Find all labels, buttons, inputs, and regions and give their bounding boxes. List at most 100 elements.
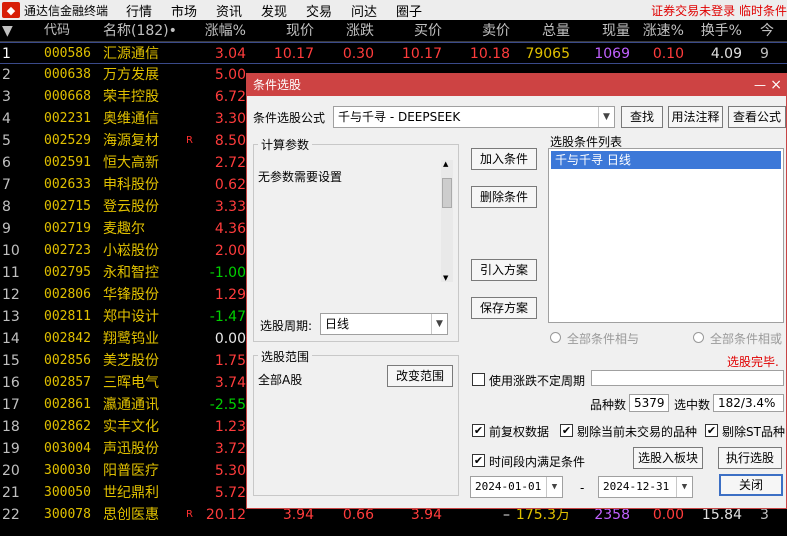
exclude-notrade-checkbox[interactable]: ✔ [560,424,573,437]
condition-list[interactable]: 千与千寻 日线 [548,148,784,323]
chevron-down-icon[interactable]: ▼ [431,314,447,334]
header-code[interactable]: 代码 [44,20,100,42]
formula-value: 千与千寻 - DEEPSEEK [338,110,461,124]
app-title: 通达信金融终端 [24,3,109,18]
header-price[interactable]: 现价 [248,20,314,42]
change-range-button[interactable]: 改变范围 [387,365,453,387]
date-from-field[interactable]: 2024-01-01 ▼ [470,476,563,498]
row-index: 4 [2,111,11,127]
header-bid[interactable]: 买价 [376,20,442,42]
table-header: ▼ 代码 名称(182)• 涨幅% 现价 涨跌 买价 卖价 总量 现量 涨速% … [0,20,787,42]
stock-name: 奥维通信 [103,111,159,127]
row-index: 14 [2,331,20,347]
stock-name: 汇源通信 [103,46,159,62]
scroll-up-icon[interactable]: ▲ [443,160,448,168]
row-index: 3 [2,89,11,105]
turnover: 4.09 [710,46,742,62]
menu-item-discover[interactable]: 发现 [255,1,300,20]
header-turnover[interactable]: 换手% [690,20,742,42]
change-pct: 4.36 [214,221,246,237]
indef-period-field[interactable] [591,370,784,386]
header-volume[interactable]: 总量 [512,20,570,42]
stock-code: 300050 [44,485,91,500]
chevron-down-icon[interactable]: ▼ [598,107,614,127]
minimize-icon[interactable]: — [754,74,766,96]
exclude-st-checkbox[interactable]: ✔ [705,424,718,437]
stock-code: 002811 [44,309,91,324]
menu-item-market[interactable]: 市场 [165,1,210,20]
date-to-value: 2024-12-31 [603,480,670,493]
range-label: 选股范围 [258,348,313,365]
close-icon[interactable]: × [770,74,782,96]
row-index: 1 [2,46,11,62]
stock-name: 郑中设计 [103,309,159,325]
calc-params-label: 计算参数 [258,136,313,153]
stock-name: 三晖电气 [103,375,159,391]
status-text: 选股完毕. [727,355,779,369]
scroll-thumb[interactable] [442,178,452,208]
radio-or-label: 全部条件相或 [710,332,783,346]
header-name[interactable]: 名称(182)• [103,20,183,42]
date-to-field[interactable]: 2024-12-31 ▼ [598,476,693,498]
stock-code: 002857 [44,375,91,390]
view-formula-button[interactable]: 查看公式 [728,106,786,128]
login-status[interactable]: 证券交易未登录 临时条件 [651,2,787,19]
save-plan-button[interactable]: 保存方案 [471,297,537,319]
period-select[interactable]: 日线 ▼ [320,313,448,335]
params-scrollbar[interactable]: ▲ ▼ [441,160,453,282]
delete-condition-button[interactable]: 删除条件 [471,186,537,208]
add-condition-button[interactable]: 加入条件 [471,148,537,170]
row-index: 7 [2,177,11,193]
header-diff[interactable]: 涨跌 [316,20,374,42]
list-item[interactable]: 千与千寻 日线 [551,151,781,169]
header-ask[interactable]: 卖价 [444,20,510,42]
header-more[interactable]: 今 [760,20,787,42]
dialog-titlebar[interactable]: 条件选股 — × [247,74,786,96]
header-change[interactable]: 涨幅% [198,20,246,42]
menu-item-quotes[interactable]: 行情 [120,1,165,20]
formula-select[interactable]: 千与千寻 - DEEPSEEK ▼ [333,106,615,128]
scroll-down-icon[interactable]: ▼ [443,274,448,282]
time-range-label: 时间段内满足条件 [489,455,586,469]
radio-and[interactable] [550,332,561,343]
stock-name: 美芝股份 [103,353,159,369]
row-index: 5 [2,133,11,149]
usage-notes-button[interactable]: 用法注释 [668,106,723,128]
add-to-block-button[interactable]: 选股入板块 [633,447,703,469]
row-index: 11 [2,265,20,281]
calc-params-text: 无参数需要设置 [258,170,343,184]
execute-screen-button[interactable]: 执行选股 [718,447,782,469]
chevron-down-icon[interactable]: ▼ [546,477,562,497]
selected-label: 选中数 [674,398,711,412]
indef-period-checkbox[interactable] [472,373,485,386]
app-logo-icon[interactable]: ◆ [2,2,20,18]
chevron-down-icon[interactable]: ▼ [676,477,692,497]
sort-arrow-icon[interactable]: ▼ [2,20,32,42]
menu-item-circle[interactable]: 圈子 [390,1,435,20]
change-pct: 0.00 [214,331,246,347]
stock-name: 海源复材 [103,133,159,149]
row-index: 19 [2,441,20,457]
header-current-volume[interactable]: 现量 [574,20,630,42]
change-pct: 3.72 [214,441,246,457]
menu-item-news[interactable]: 资讯 [210,1,255,20]
row-index: 8 [2,199,11,215]
stock-name: 翔鹭钨业 [103,331,159,347]
row-index: 2 [2,67,11,83]
change-pct: -1.47 [209,309,246,325]
menu-item-wenda[interactable]: 问达 [345,1,390,20]
radio-and-label: 全部条件相与 [567,332,640,346]
time-range-checkbox[interactable]: ✔ [472,454,485,467]
import-plan-button[interactable]: 引入方案 [471,259,537,281]
stock-code: 002715 [44,199,91,214]
row-index: 15 [2,353,20,369]
close-button[interactable]: 关闭 [719,474,783,496]
change-pct: 0.62 [214,177,246,193]
header-speed[interactable]: 涨速% [634,20,684,42]
find-button[interactable]: 查找 [621,106,663,128]
table-row[interactable]: 1 000586 汇源通信 3.04 10.17 0.30 10.17 10.18 79065 1… [0,42,787,64]
forward-adjust-checkbox[interactable]: ✔ [472,424,485,437]
radio-or[interactable] [693,332,704,343]
exclude-st-label: 剔除ST品种 [722,425,785,439]
menu-item-trade[interactable]: 交易 [300,1,345,20]
